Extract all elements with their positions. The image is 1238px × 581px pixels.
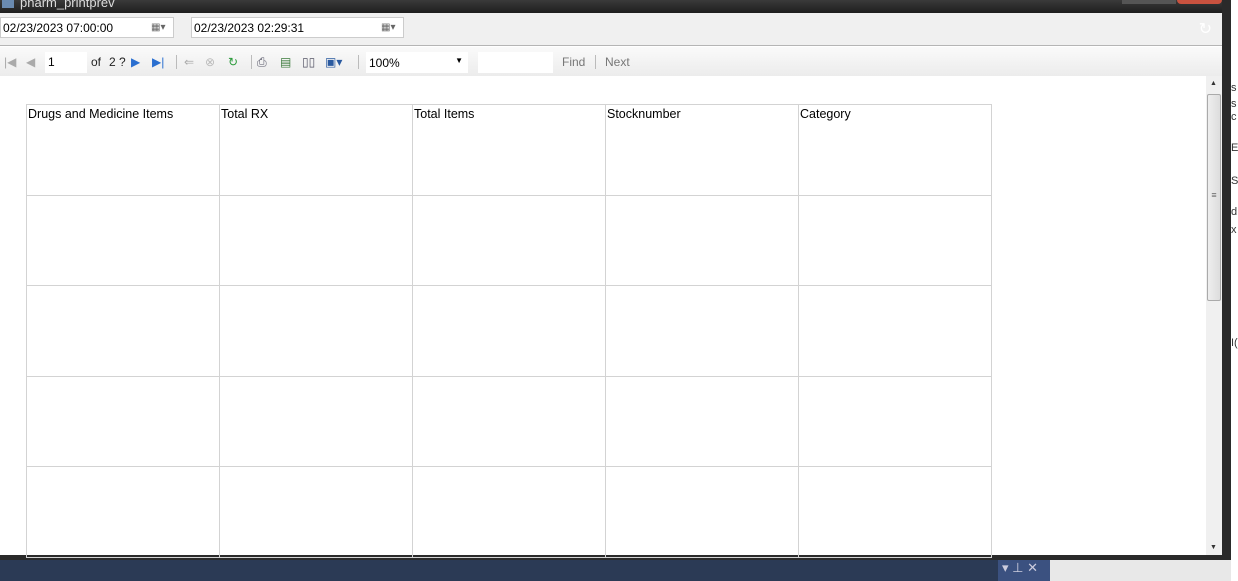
column-header: Category	[798, 104, 992, 196]
find-input[interactable]	[478, 52, 553, 73]
refresh-icon[interactable]: ↻	[1199, 19, 1212, 39]
bg-text: S	[1231, 175, 1238, 187]
separator	[595, 55, 596, 69]
min-max-buttons[interactable]	[1122, 0, 1176, 4]
end-date-value: 02/23/2023 02:29:31	[194, 21, 305, 35]
table-cell	[219, 194, 413, 286]
column-header: Stocknumber	[605, 104, 799, 196]
previous-page-icon[interactable]: ◀	[26, 55, 35, 69]
table-row	[26, 466, 992, 558]
table-cell	[605, 285, 799, 377]
bg-text: x	[1231, 224, 1237, 236]
bg-text: d	[1231, 206, 1238, 218]
background-area	[1050, 560, 1231, 581]
separator	[358, 55, 359, 69]
report-toolbar: |◀ ◀ 1 of 2 ? ▶ ▶| ⇐ ⊗ ↻ ⎙ ▤ ▯▯ ▣▾ 100% ▼…	[0, 47, 1222, 76]
bg-text: s	[1231, 82, 1237, 94]
total-pages: 2 ?	[109, 55, 126, 69]
table-cell	[26, 375, 220, 467]
bg-text: I(	[1231, 337, 1238, 349]
find-button[interactable]: Find	[562, 55, 585, 69]
background-window: s s c E S d x I(	[1231, 0, 1238, 581]
bg-text: E	[1231, 142, 1238, 154]
end-date-picker[interactable]: 02/23/2023 02:29:31 ▦▾	[191, 17, 404, 38]
table-cell	[605, 375, 799, 467]
table-cell	[798, 375, 992, 467]
separator	[251, 55, 252, 69]
table-cell	[412, 375, 606, 467]
column-header: Drugs and Medicine Items	[26, 104, 220, 196]
next-page-icon[interactable]: ▶	[131, 55, 140, 69]
table-cell	[605, 194, 799, 286]
table-cell	[412, 285, 606, 377]
export-icon[interactable]: ▣▾	[325, 55, 342, 69]
next-button[interactable]: Next	[605, 55, 630, 69]
table-cell	[798, 285, 992, 377]
table-row	[26, 194, 992, 286]
window-frame	[1222, 0, 1231, 560]
table-row	[26, 285, 992, 377]
table-cell	[798, 194, 992, 286]
table-cell	[219, 285, 413, 377]
bg-text: s	[1231, 98, 1237, 110]
separator	[176, 55, 177, 69]
chevron-down-icon: ▼	[455, 56, 463, 65]
scroll-down-icon[interactable]: ▼	[1210, 544, 1217, 551]
start-date-value: 02/23/2023 07:00:00	[3, 21, 114, 35]
table-cell	[412, 194, 606, 286]
zoom-select[interactable]: 100% ▼	[366, 52, 468, 73]
column-header: Total RX	[219, 104, 413, 196]
of-label: of	[91, 55, 102, 69]
print-layout-icon[interactable]: ▤	[280, 55, 291, 69]
table-cell	[219, 466, 413, 558]
start-date-picker[interactable]: 02/23/2023 07:00:00 ▦▾	[0, 17, 174, 38]
background-taskbar: ▾ ⊥ ✕	[0, 560, 1050, 581]
close-button[interactable]	[1177, 0, 1222, 4]
scrollbar-thumb[interactable]: ≡	[1207, 94, 1221, 301]
back-icon[interactable]: ⇐	[184, 55, 194, 69]
table-header-row: Drugs and Medicine Items Total RX Total …	[26, 104, 992, 196]
table-cell	[605, 466, 799, 558]
title-bar: pharm_printprev	[0, 0, 1238, 13]
window-title: pharm_printprev	[20, 0, 115, 10]
page-number: 1	[48, 55, 55, 69]
calendar-dropdown-icon[interactable]: ▦▾	[151, 22, 169, 33]
report-table: Drugs and Medicine Items Total RX Total …	[26, 104, 992, 558]
filter-bar: 02/23/2023 07:00:00 ▦▾ 02/23/2023 02:29:…	[0, 13, 1222, 46]
zoom-value: 100%	[369, 56, 400, 70]
vertical-scrollbar[interactable]: ▲ ≡ ▼	[1206, 76, 1222, 555]
bg-text: c	[1231, 111, 1237, 123]
refresh-report-icon[interactable]: ↻	[228, 55, 238, 69]
print-icon[interactable]: ⎙	[257, 55, 267, 70]
last-page-icon[interactable]: ▶|	[152, 55, 164, 69]
page-number-input[interactable]: 1	[45, 52, 87, 73]
table-cell	[798, 466, 992, 558]
table-cell	[26, 194, 220, 286]
panel-controls[interactable]: ▾ ⊥ ✕	[998, 560, 1050, 581]
column-header: Total Items	[412, 104, 606, 196]
page-setup-icon[interactable]: ▯▯	[302, 55, 315, 69]
app-icon	[2, 0, 14, 8]
calendar-dropdown-icon[interactable]: ▦▾	[381, 22, 399, 33]
table-cell	[219, 375, 413, 467]
table-cell	[412, 466, 606, 558]
table-cell	[26, 466, 220, 558]
first-page-icon[interactable]: |◀	[4, 55, 16, 69]
table-cell	[26, 285, 220, 377]
table-row	[26, 375, 992, 467]
scroll-up-icon[interactable]: ▲	[1210, 80, 1217, 87]
report-viewer: Drugs and Medicine Items Total RX Total …	[0, 76, 1206, 558]
stop-icon[interactable]: ⊗	[205, 55, 215, 69]
